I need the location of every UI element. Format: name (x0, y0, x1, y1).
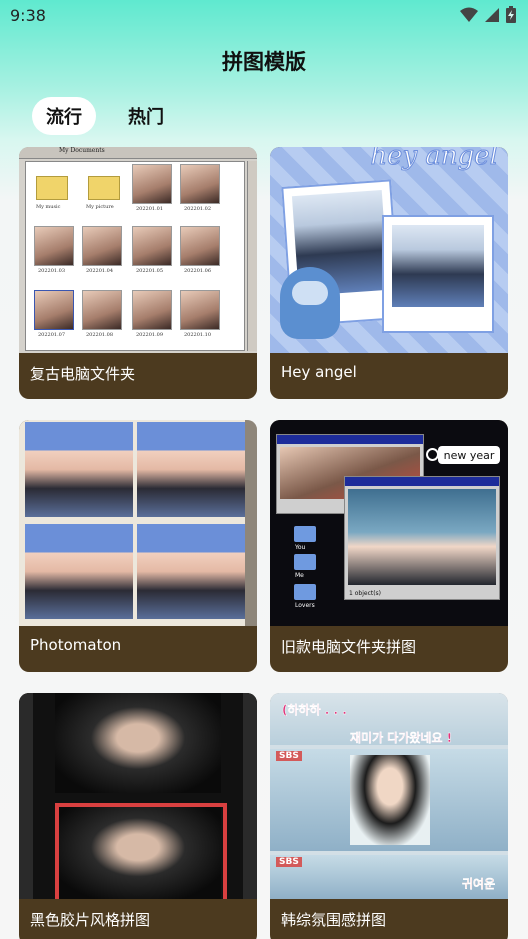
photo-caption: 202201.05 (136, 268, 164, 274)
caption-text: 귀여운 (462, 877, 496, 891)
photo-thumb (82, 226, 122, 266)
photo (348, 489, 496, 585)
template-label: 黑色胶片风格拼图 (30, 911, 151, 929)
template-label: 复古电脑文件夹 (30, 365, 136, 383)
template-thumbnail: hey angel (270, 147, 508, 353)
template-card-old-folder[interactable]: new year 1 object(s) You Me Lovers 旧款电脑文… (270, 420, 508, 672)
film-edge (19, 693, 33, 899)
photo-caption: 202201.08 (86, 332, 114, 338)
template-thumbnail (19, 693, 257, 899)
status-icons (460, 6, 516, 23)
photo-caption: 202201.09 (136, 332, 164, 338)
template-label: Photomaton (30, 636, 122, 654)
template-card-korean-variety[interactable]: (하하하 . . . 재미가 다가왔네요 ! SBS SBS 귀여운 韩综氛围感… (270, 693, 508, 939)
bear-face-sticker (292, 281, 328, 305)
photo-thumb (132, 164, 172, 204)
folder-pane: My music My picture 202201.01 202201.02 … (25, 161, 245, 351)
status-time: 9:38 (10, 6, 46, 25)
window: 1 object(s) (344, 476, 500, 600)
template-card-black-film[interactable]: 黑色胶片风格拼图 (19, 693, 257, 939)
photo-thumb (132, 290, 172, 330)
photo-thumb (180, 164, 220, 204)
photo-frame (382, 215, 494, 333)
status-bar: 9:38 (0, 0, 528, 34)
template-thumbnail: (하하하 . . . 재미가 다가왔네요 ! SBS SBS 귀여운 (270, 693, 508, 899)
folder-icon (36, 176, 68, 200)
photo-thumb (180, 290, 220, 330)
photo (55, 693, 221, 793)
photo-thumb (132, 226, 172, 266)
photo-thumb (82, 290, 122, 330)
template-card-hey-angel[interactable]: hey angel Hey angel (270, 147, 508, 399)
photo (350, 755, 430, 845)
template-thumbnail: new year 1 object(s) You Me Lovers (270, 420, 508, 626)
photo (137, 524, 245, 619)
signal-icon (485, 7, 499, 22)
photo-thumb (180, 226, 220, 266)
photo (25, 524, 133, 619)
thumbnail-headline: hey angel (370, 147, 499, 172)
folder-icon (88, 176, 120, 200)
photo (25, 422, 133, 517)
photo-caption: 202201.06 (184, 268, 212, 274)
template-thumbnail: My Documents My music My picture 202201.… (19, 147, 257, 353)
window-status: 1 object(s) (349, 590, 382, 597)
photo (392, 225, 484, 307)
window-titlebar (277, 435, 423, 444)
background-strip (245, 420, 257, 626)
film-edge (243, 693, 257, 899)
template-label: 韩综氛围感拼图 (281, 911, 387, 929)
photo-caption: 202201.04 (86, 268, 114, 274)
template-label: Hey angel (281, 363, 357, 381)
page-title: 拼图模版 (222, 50, 306, 74)
window-path: My Documents (59, 147, 105, 154)
folder-caption: My music (36, 204, 61, 210)
search-box: new year (438, 446, 500, 464)
tab-popular[interactable]: 流行 (32, 97, 96, 135)
template-thumbnail (19, 420, 257, 626)
photo-caption: 202201.01 (136, 206, 164, 212)
tab-hot[interactable]: 热门 (114, 97, 178, 135)
caption-text: 재미가 다가왔네요 ! (350, 731, 453, 745)
photo-caption: 202201.07 (38, 332, 66, 338)
photo (137, 422, 245, 517)
window-titlebar: My Documents (19, 147, 257, 159)
channel-logo: SBS (276, 751, 302, 761)
scrollbar (247, 161, 257, 351)
photo-thumb (34, 290, 74, 330)
template-card-retro-folder[interactable]: My Documents My music My picture 202201.… (19, 147, 257, 399)
window-titlebar (345, 477, 499, 486)
photo-caption: 202201.10 (184, 332, 212, 338)
photo-caption: 202201.02 (184, 206, 212, 212)
category-tabs: 流行 热门 (32, 97, 178, 135)
battery-icon (506, 6, 516, 23)
folder-icon (294, 554, 316, 570)
template-card-photomaton[interactable]: Photomaton (19, 420, 257, 672)
folder-caption: Lovers (295, 602, 315, 609)
template-label: 旧款电脑文件夹拼图 (281, 638, 417, 656)
folder-caption: Me (295, 572, 304, 579)
folder-icon (294, 526, 316, 542)
photo-caption: 202201.03 (38, 268, 66, 274)
wifi-icon (460, 7, 478, 22)
folder-caption: You (295, 544, 306, 551)
folder-caption: My picture (86, 204, 114, 210)
red-frame (55, 803, 227, 899)
caption-text: (하하하 . . . (282, 703, 347, 717)
photo-thumb (34, 226, 74, 266)
folder-icon (294, 584, 316, 600)
channel-logo: SBS (276, 857, 302, 867)
